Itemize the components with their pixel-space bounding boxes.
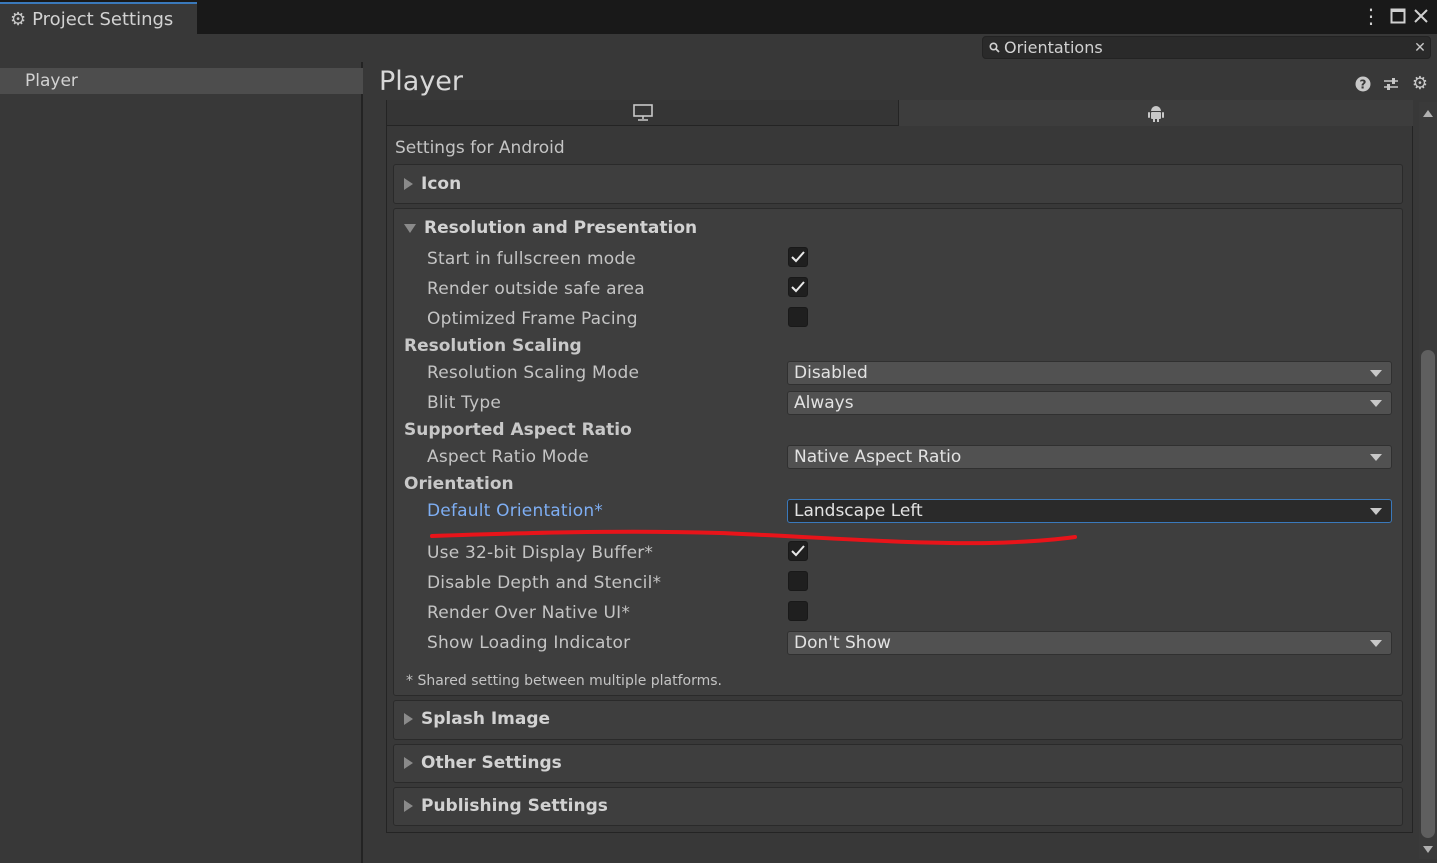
tab-platform-android[interactable] — [899, 100, 1413, 126]
checkbox-render-outside-safe-area[interactable] — [788, 277, 808, 297]
search-input[interactable] — [1000, 38, 1410, 57]
sidebar: Player — [0, 62, 363, 863]
group-orientation: Orientation — [404, 474, 514, 494]
maximize-icon[interactable] — [1386, 4, 1410, 29]
dropdown-arrow-icon — [1370, 370, 1382, 377]
more-options-icon[interactable]: ⋮ — [1359, 4, 1383, 28]
label-use-32bit-display-buffer: Use 32-bit Display Buffer* — [427, 543, 654, 563]
check-icon — [791, 251, 805, 263]
expand-triangle-icon — [404, 713, 413, 725]
check-icon — [791, 281, 805, 293]
section-publishing-settings[interactable]: Publishing Settings — [393, 787, 1403, 826]
checkbox-disable-depth-and-stencil[interactable] — [788, 571, 808, 591]
scroll-up-icon[interactable] — [1423, 110, 1433, 117]
platform-settings-title: Settings for Android — [395, 138, 565, 158]
shared-setting-note: * Shared setting between multiple platfo… — [406, 673, 723, 689]
close-window-icon[interactable] — [1409, 4, 1433, 29]
dropdown-default-orientation[interactable]: Landscape Left — [787, 499, 1392, 523]
section-header-resolution[interactable]: Resolution and Presentation — [404, 218, 697, 238]
dropdown-value: Don't Show — [794, 633, 891, 653]
expand-triangle-icon — [404, 178, 413, 190]
dropdown-value: Disabled — [794, 363, 868, 383]
checkbox-start-fullscreen[interactable] — [788, 247, 808, 267]
dropdown-arrow-icon — [1370, 508, 1382, 515]
dropdown-aspect-ratio-mode[interactable]: Native Aspect Ratio — [787, 445, 1392, 469]
android-icon — [1148, 106, 1164, 122]
label-start-fullscreen: Start in fullscreen mode — [427, 249, 636, 269]
scrollbar-thumb[interactable] — [1421, 350, 1435, 838]
dropdown-value: Always — [794, 393, 854, 413]
dropdown-blit-type[interactable]: Always — [787, 391, 1392, 415]
label-optimized-frame-pacing: Optimized Frame Pacing — [427, 309, 638, 329]
section-title: Publishing Settings — [421, 796, 608, 816]
scroll-down-icon[interactable] — [1423, 846, 1433, 853]
sidebar-item-player[interactable]: Player — [0, 68, 363, 94]
label-render-outside-safe-area: Render outside safe area — [427, 279, 645, 299]
section-other-settings[interactable]: Other Settings — [393, 744, 1403, 783]
label-default-orientation: Default Orientation* — [427, 501, 603, 521]
section-splash-image[interactable]: Splash Image — [393, 700, 1403, 740]
tab-title: Project Settings — [32, 8, 174, 30]
dropdown-arrow-icon — [1370, 640, 1382, 647]
label-disable-depth-and-stencil: Disable Depth and Stencil* — [427, 573, 662, 593]
label-show-loading-indicator: Show Loading Indicator — [427, 633, 631, 653]
section-title: Resolution and Presentation — [424, 218, 698, 238]
dropdown-resolution-scaling-mode[interactable]: Disabled — [787, 361, 1392, 385]
checkbox-optimized-frame-pacing[interactable] — [788, 307, 808, 327]
group-resolution-scaling: Resolution Scaling — [404, 336, 582, 356]
svg-text:?: ? — [1360, 78, 1367, 92]
section-title: Other Settings — [421, 753, 562, 773]
clear-search-icon[interactable]: ✕ — [1410, 40, 1430, 56]
label-blit-type: Blit Type — [427, 393, 502, 413]
label-render-over-native-ui: Render Over Native UI* — [427, 603, 631, 623]
monitor-icon — [632, 103, 653, 121]
group-supported-aspect-ratio: Supported Aspect Ratio — [404, 420, 632, 440]
dropdown-show-loading-indicator[interactable]: Don't Show — [787, 631, 1392, 655]
dropdown-value: Native Aspect Ratio — [794, 447, 962, 467]
expand-triangle-icon — [404, 757, 413, 769]
checkbox-use-32bit-display-buffer[interactable] — [788, 541, 808, 561]
collapse-triangle-icon — [404, 223, 416, 233]
label-resolution-scaling-mode: Resolution Scaling Mode — [427, 363, 640, 383]
dropdown-arrow-icon — [1370, 400, 1382, 407]
tab-platform-standalone[interactable] — [386, 100, 899, 126]
section-title: Splash Image — [421, 709, 551, 729]
section-title: Icon — [421, 174, 462, 194]
search-icon — [989, 42, 1000, 53]
gear-icon: ⚙ — [10, 8, 27, 30]
check-icon — [791, 545, 805, 557]
help-icon[interactable]: ? — [1353, 76, 1373, 96]
page-title: Player — [379, 66, 464, 97]
settings-gear-icon[interactable]: ⚙ — [1410, 73, 1430, 94]
label-aspect-ratio-mode: Aspect Ratio Mode — [427, 447, 589, 467]
title-bar — [0, 0, 1437, 34]
section-icon[interactable]: Icon — [393, 164, 1403, 204]
project-settings-tab[interactable]: ⚙ Project Settings — [0, 2, 197, 34]
preset-icon[interactable] — [1381, 76, 1401, 96]
dropdown-value: Landscape Left — [794, 501, 923, 521]
checkbox-render-over-native-ui[interactable] — [788, 601, 808, 621]
dropdown-arrow-icon — [1370, 454, 1382, 461]
expand-triangle-icon — [404, 800, 413, 812]
search-field[interactable]: ✕ — [982, 36, 1431, 59]
